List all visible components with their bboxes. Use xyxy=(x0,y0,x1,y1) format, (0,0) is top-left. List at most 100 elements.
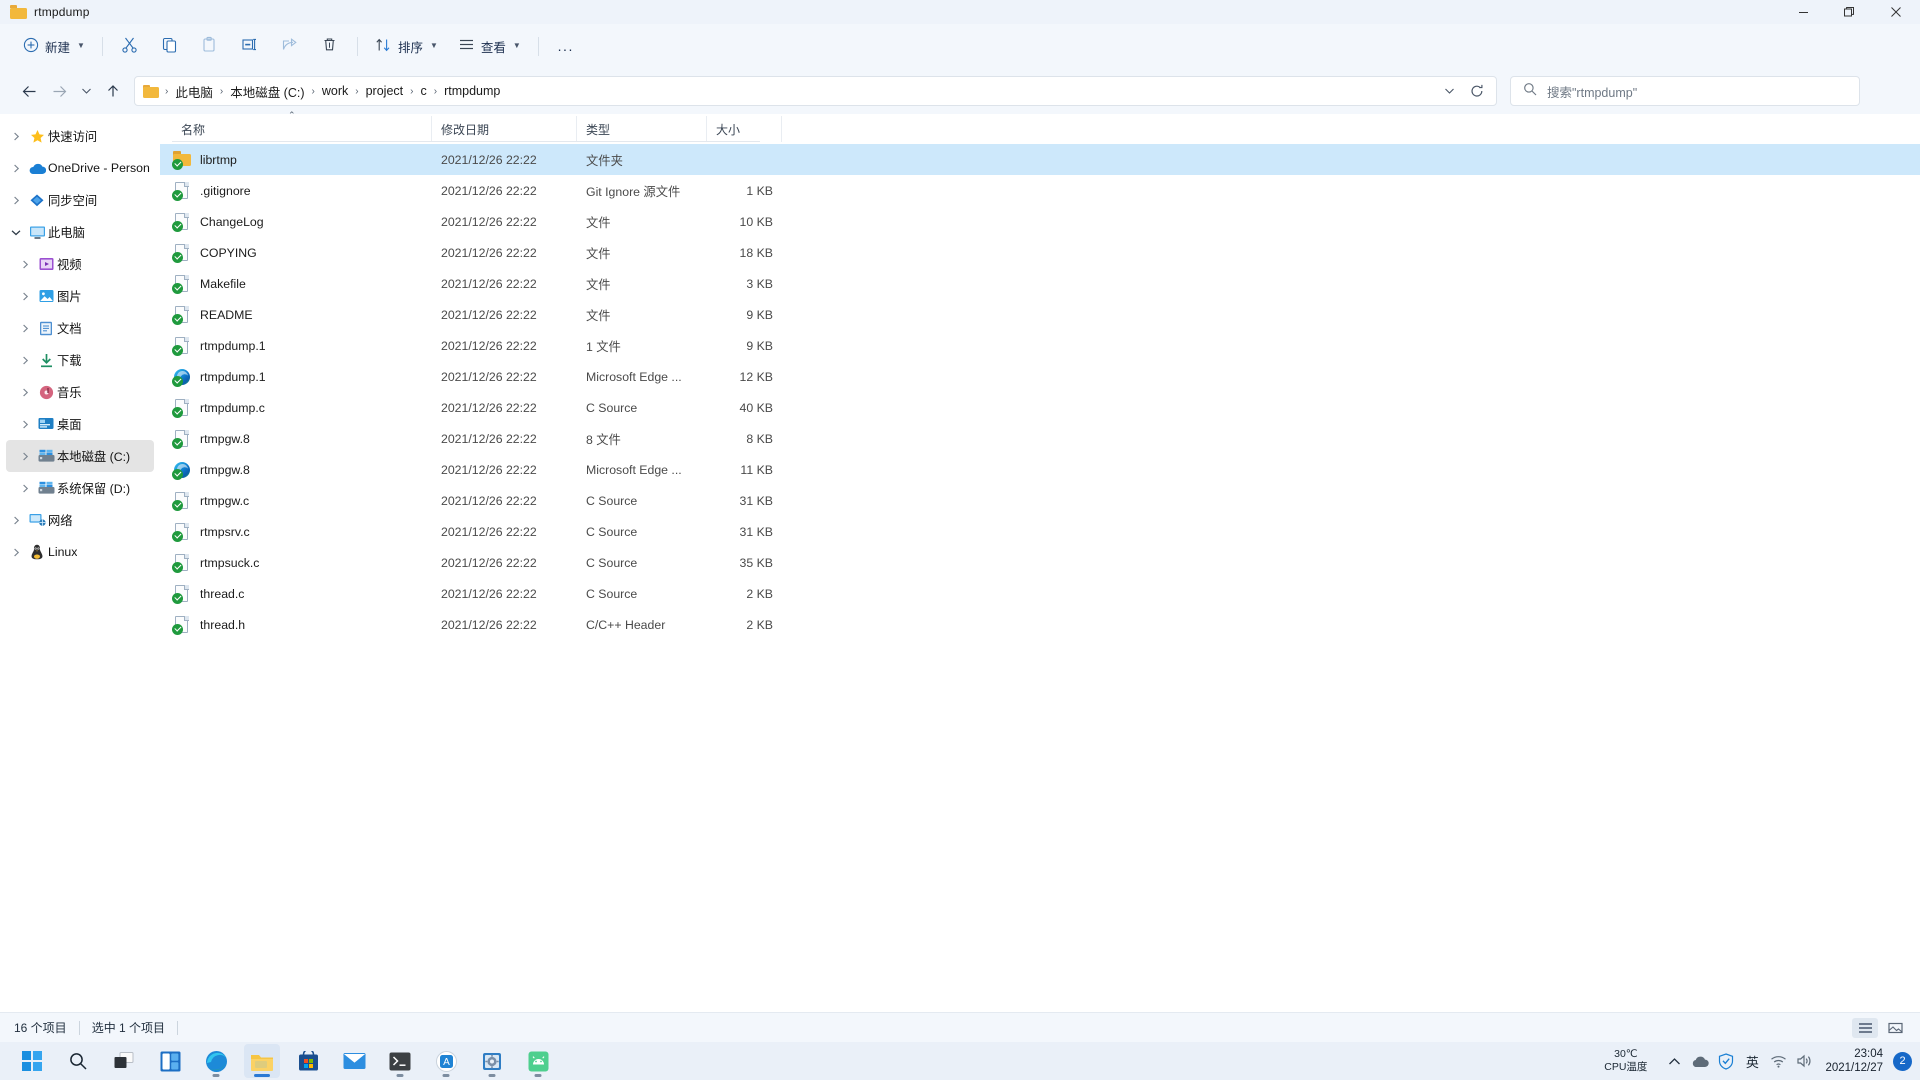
breadcrumb-item-1[interactable]: 此电脑 xyxy=(170,80,218,103)
chevron-right-icon[interactable] xyxy=(6,196,26,205)
terminal-button[interactable] xyxy=(382,1044,418,1078)
recent-locations-button[interactable] xyxy=(74,76,98,106)
sidebar-item-8[interactable]: 音乐 xyxy=(6,376,154,408)
sidebar-item-11[interactable]: 系统保留 (D:) xyxy=(6,472,154,504)
table-row[interactable]: thread.h 2021/12/26 22:22 C/C++ Header 2 KB xyxy=(160,609,1920,640)
chevron-right-icon[interactable] xyxy=(15,420,35,429)
back-button[interactable] xyxy=(14,76,44,106)
sidebar-item-3[interactable]: 此电脑 xyxy=(6,216,154,248)
cut-button[interactable] xyxy=(111,31,149,62)
breadcrumb-item-4[interactable]: project xyxy=(361,82,409,100)
table-row[interactable]: rtmpsuck.c 2021/12/26 22:22 C Source 35 KB xyxy=(160,547,1920,578)
chevron-right-icon[interactable] xyxy=(15,292,35,301)
breadcrumb-item-6[interactable]: rtmpdump xyxy=(439,82,505,100)
notification-badge[interactable]: 2 xyxy=(1893,1051,1912,1071)
breadcrumb-item-2[interactable]: 本地磁盘 (C:) xyxy=(225,80,309,103)
android-app-button[interactable] xyxy=(520,1044,556,1078)
task-view-button[interactable] xyxy=(106,1044,142,1078)
file-explorer-button[interactable] xyxy=(244,1044,280,1078)
chevron-right-icon[interactable] xyxy=(6,164,26,173)
column-header-date[interactable]: 修改日期 xyxy=(432,116,577,142)
table-row[interactable]: COPYING 2021/12/26 22:22 文件 18 KB xyxy=(160,237,1920,268)
table-row[interactable]: rtmpdump.1 2021/12/26 22:22 1 文件 9 KB xyxy=(160,330,1920,361)
breadcrumb-item-5[interactable]: c xyxy=(415,82,431,100)
sidebar-item-5[interactable]: 图片 xyxy=(6,280,154,312)
chevron-right-icon[interactable] xyxy=(6,516,26,525)
refresh-button[interactable] xyxy=(1464,78,1490,104)
table-row[interactable]: rtmpgw.8 2021/12/26 22:22 8 文件 8 KB xyxy=(160,423,1920,454)
sidebar-item-13[interactable]: Linux xyxy=(6,536,154,568)
table-row[interactable]: Makefile 2021/12/26 22:22 文件 3 KB xyxy=(160,268,1920,299)
copy-button[interactable] xyxy=(151,31,189,62)
sidebar-item-0[interactable]: 快速访问 xyxy=(6,120,154,152)
large-icons-view-button[interactable] xyxy=(1882,1018,1908,1038)
share-button[interactable] xyxy=(271,31,309,62)
clock-widget[interactable]: 23:04 2021/12/27 xyxy=(1825,1047,1883,1075)
wifi-tray-icon[interactable] xyxy=(1765,1046,1791,1076)
sidebar-item-1[interactable]: OneDrive - Person xyxy=(6,152,154,184)
chevron-right-icon[interactable] xyxy=(15,452,35,461)
table-row[interactable]: rtmpdump.1 2021/12/26 22:22 Microsoft Edge… xyxy=(160,361,1920,392)
table-row[interactable]: ChangeLog 2021/12/26 22:22 文件 10 KB xyxy=(160,206,1920,237)
chevron-right-icon[interactable] xyxy=(6,132,26,141)
close-button[interactable] xyxy=(1872,0,1920,24)
search-button[interactable] xyxy=(60,1044,96,1078)
chevron-down-icon[interactable] xyxy=(6,228,26,237)
chevron-right-icon[interactable] xyxy=(15,324,35,333)
address-breadcrumb-bar[interactable]: › 此电脑 › 本地磁盘 (C:) › work › project › c › rtmpdump xyxy=(134,76,1497,106)
cpu-temperature-widget[interactable]: 30℃ CPU温度 xyxy=(1604,1048,1647,1074)
app-button[interactable]: A xyxy=(428,1044,464,1078)
table-row[interactable]: thread.c 2021/12/26 22:22 C Source 2 KB xyxy=(160,578,1920,609)
security-shield-tray-icon[interactable] xyxy=(1713,1046,1739,1076)
breadcrumb-item-3[interactable]: work xyxy=(317,82,353,100)
settings-app-button[interactable] xyxy=(474,1044,510,1078)
search-input[interactable]: 搜索"rtmpdump" xyxy=(1547,82,1637,101)
sidebar-item-6[interactable]: 文档 xyxy=(6,312,154,344)
ime-language-button[interactable]: 英 xyxy=(1739,1046,1765,1076)
rename-button[interactable] xyxy=(231,31,269,62)
table-row[interactable]: rtmpgw.c 2021/12/26 22:22 C Source 31 KB xyxy=(160,485,1920,516)
forward-button[interactable] xyxy=(44,76,74,106)
sidebar-item-7[interactable]: 下载 xyxy=(6,344,154,376)
sidebar-item-10[interactable]: 本地磁盘 (C:) xyxy=(6,440,154,472)
microsoft-store-button[interactable] xyxy=(290,1044,326,1078)
chevron-right-icon[interactable] xyxy=(15,356,35,365)
new-button[interactable]: 新建 ▼ xyxy=(14,31,94,62)
sidebar-item-2[interactable]: 同步空间 xyxy=(6,184,154,216)
column-header-type[interactable]: 类型 xyxy=(577,116,707,142)
table-row[interactable]: rtmpgw.8 2021/12/26 22:22 Microsoft Edge .… xyxy=(160,454,1920,485)
chevron-right-icon[interactable] xyxy=(15,388,35,397)
table-row[interactable]: rtmpdump.c 2021/12/26 22:22 C Source 40 KB xyxy=(160,392,1920,423)
up-button[interactable] xyxy=(98,76,128,106)
table-row[interactable]: .gitignore 2021/12/26 22:22 Git Ignore 源文件… xyxy=(160,175,1920,206)
paste-button[interactable] xyxy=(191,31,229,62)
tray-overflow-button[interactable] xyxy=(1661,1046,1687,1076)
sidebar-item-12[interactable]: 网络 xyxy=(6,504,154,536)
more-options-button[interactable]: ... xyxy=(547,31,585,62)
maximize-button[interactable] xyxy=(1826,0,1872,24)
mail-button[interactable] xyxy=(336,1044,372,1078)
volume-tray-icon[interactable] xyxy=(1791,1046,1817,1076)
column-header-size[interactable]: 大小 xyxy=(707,116,782,142)
view-button[interactable]: 查看 ▼ xyxy=(449,31,530,62)
table-row[interactable]: rtmpsrv.c 2021/12/26 22:22 C Source 31 KB xyxy=(160,516,1920,547)
edge-button[interactable] xyxy=(198,1044,234,1078)
delete-button[interactable] xyxy=(311,31,349,62)
search-box[interactable]: 搜索"rtmpdump" xyxy=(1510,76,1860,106)
widgets-button[interactable] xyxy=(152,1044,188,1078)
sidebar-item-9[interactable]: 桌面 xyxy=(6,408,154,440)
details-view-button[interactable] xyxy=(1852,1017,1878,1038)
sidebar-item-4[interactable]: 视频 xyxy=(6,248,154,280)
column-header-name[interactable]: ⌃ 名称 xyxy=(172,110,432,142)
chevron-right-icon[interactable] xyxy=(6,548,26,557)
table-row[interactable]: librtmp 2021/12/26 22:22 文件夹 xyxy=(160,144,1920,175)
minimize-button[interactable] xyxy=(1780,0,1826,24)
file-size-cell: 31 KB xyxy=(739,524,774,539)
chevron-right-icon[interactable] xyxy=(15,484,35,493)
onedrive-tray-icon[interactable] xyxy=(1687,1046,1713,1076)
sort-button[interactable]: 排序 ▼ xyxy=(366,31,447,62)
chevron-right-icon[interactable] xyxy=(15,260,35,269)
table-row[interactable]: README 2021/12/26 22:22 文件 9 KB xyxy=(160,299,1920,330)
start-button[interactable] xyxy=(14,1044,50,1078)
address-dropdown-button[interactable] xyxy=(1436,78,1462,104)
